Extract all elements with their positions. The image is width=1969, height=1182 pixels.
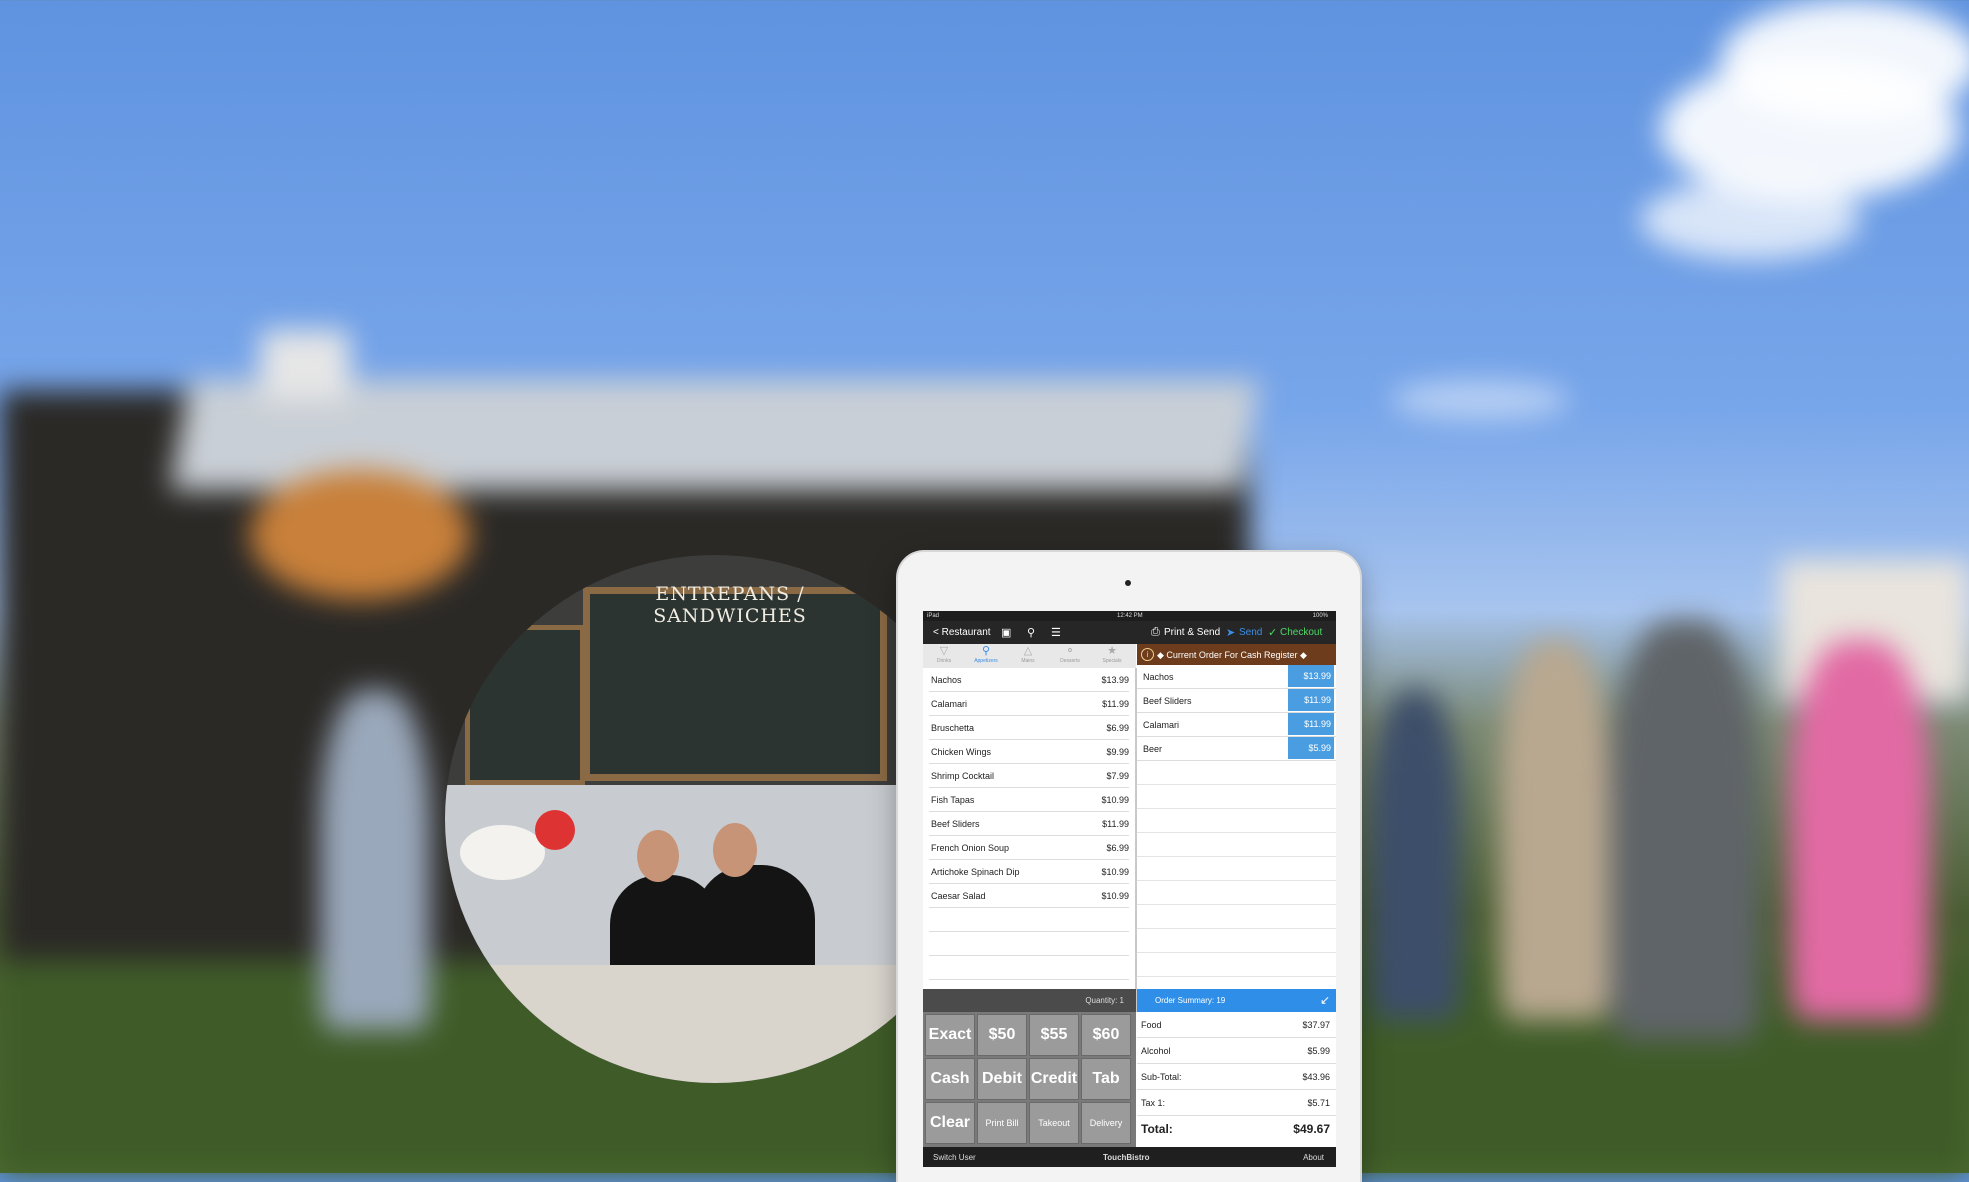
ipad-device: iPad 12:42 PM 100% < Restaurant ▣ ⚲ ☰ ⎙ … xyxy=(898,552,1360,1182)
menu-item[interactable]: Beef Sliders $11.99 xyxy=(929,812,1129,836)
tab-specials[interactable]: ★ Specials xyxy=(1091,644,1133,668)
device-label: iPad xyxy=(927,613,940,619)
exact-button[interactable]: Exact xyxy=(925,1014,975,1056)
order-totals: Food $37.97 Alcohol $5.99 Sub-Total: $43.96… xyxy=(1137,1012,1336,1147)
menu-board-title: ENTREPANS / SANDWICHES xyxy=(653,583,807,627)
clock: 12:42 PM xyxy=(1117,613,1143,619)
menu-item[interactable]: Bruschetta $6.99 xyxy=(929,716,1129,740)
menu-item[interactable]: Chicken Wings $9.99 xyxy=(929,740,1129,764)
fifty-button[interactable]: $50 xyxy=(977,1014,1027,1056)
menu-item[interactable]: Calamari $11.99 xyxy=(929,692,1129,716)
tab-drinks[interactable]: ▽ Drinks xyxy=(923,644,965,668)
menu-item[interactable]: Nachos $13.99 xyxy=(929,668,1129,692)
tab-mains[interactable]: △ Mains xyxy=(1007,644,1049,668)
cash-button[interactable]: Cash xyxy=(925,1058,975,1100)
order-item[interactable]: Beef Sliders $11.99 xyxy=(1137,689,1336,713)
order-item[interactable]: Calamari $11.99 xyxy=(1137,713,1336,737)
empty-row xyxy=(929,932,1129,956)
empty-row xyxy=(1137,881,1336,905)
current-order-title: ◆ Current Order For Cash Register ◆ xyxy=(1157,650,1307,660)
plate-icon: △ xyxy=(1023,645,1033,657)
total-row-subtotal: Sub-Total: $43.96 xyxy=(1137,1064,1336,1090)
glass-icon: ▽ xyxy=(939,645,949,657)
empty-row xyxy=(929,956,1129,980)
printer-icon: ⎙ xyxy=(1151,626,1160,638)
debit-button[interactable]: Debit xyxy=(977,1058,1027,1100)
empty-row xyxy=(1137,857,1336,881)
info-icon[interactable]: i xyxy=(1141,648,1154,661)
empty-row xyxy=(1137,761,1336,785)
collapse-arrow-icon[interactable]: ↙ xyxy=(1320,993,1330,1007)
empty-row xyxy=(1137,833,1336,857)
order-item[interactable]: Nachos $13.99 xyxy=(1137,665,1336,689)
total-row-alcohol: Alcohol $5.99 xyxy=(1137,1038,1336,1064)
send-icon: ➤ xyxy=(1226,627,1236,639)
print-send-button[interactable]: Print & Send xyxy=(1164,627,1220,638)
status-bar: iPad 12:42 PM 100% xyxy=(923,611,1336,621)
dessert-icon: ⚬ xyxy=(1065,645,1075,657)
payment-keypad: Exact $50 $55 $60 Cash Debit Credit Tab … xyxy=(923,1012,1136,1147)
battery-level: 100% xyxy=(1312,613,1328,619)
quantity-label: Quantity: 1 xyxy=(1085,996,1124,1005)
list-icon[interactable]: ☰ xyxy=(1051,626,1061,639)
menu-item[interactable]: Fish Tapas $10.99 xyxy=(929,788,1129,812)
sixty-button[interactable]: $60 xyxy=(1081,1014,1131,1056)
search-icon[interactable]: ⚲ xyxy=(1027,626,1035,639)
tab-appetizers[interactable]: ⚲ Appetizers xyxy=(965,644,1007,668)
quantity-bar: Quantity: 1 xyxy=(923,989,1136,1012)
empty-row xyxy=(1137,809,1336,833)
camera-icon xyxy=(1125,580,1131,586)
tab-button[interactable]: Tab xyxy=(1081,1058,1131,1100)
delivery-button[interactable]: Delivery xyxy=(1081,1102,1131,1144)
about-button[interactable]: About xyxy=(1303,1153,1324,1162)
back-button[interactable]: < Restaurant xyxy=(933,627,991,638)
empty-row xyxy=(929,908,1129,932)
clear-button[interactable]: Clear xyxy=(925,1102,975,1144)
order-summary-bar[interactable]: Order Summary: 19 ↙ xyxy=(1137,989,1336,1012)
specials-icon: ★ xyxy=(1107,645,1117,657)
menu-item[interactable]: Artichoke Spinach Dip $10.99 xyxy=(929,860,1129,884)
tab-desserts[interactable]: ⚬ Desserts xyxy=(1049,644,1091,668)
takeout-button[interactable]: Takeout xyxy=(1029,1102,1079,1144)
fifty-five-button[interactable]: $55 xyxy=(1029,1014,1079,1056)
food-icon: ⚲ xyxy=(981,645,991,657)
total-row-tax: Tax 1: $5.71 xyxy=(1137,1090,1336,1116)
pos-screen: iPad 12:42 PM 100% < Restaurant ▣ ⚲ ☰ ⎙ … xyxy=(923,611,1336,1167)
menu-item[interactable]: Shrimp Cocktail $7.99 xyxy=(929,764,1129,788)
footer-bar: Switch User TouchBistro About xyxy=(923,1147,1336,1167)
app-name: TouchBistro xyxy=(1103,1153,1150,1162)
menu-item-list: Nachos $13.99 Calamari $11.99 Bruschetta $6… xyxy=(923,668,1138,1012)
order-summary-label: Order Summary: 19 xyxy=(1155,996,1226,1005)
checkout-icon: ✓ xyxy=(1268,627,1278,639)
empty-row xyxy=(1137,953,1336,977)
checkout-button[interactable]: Checkout xyxy=(1280,627,1322,638)
menu-item[interactable]: French Onion Soup $6.99 xyxy=(929,836,1129,860)
empty-row xyxy=(1137,785,1336,809)
send-button[interactable]: Send xyxy=(1239,627,1262,638)
order-item[interactable]: Beer $5.99 xyxy=(1137,737,1336,761)
empty-row xyxy=(1137,905,1336,929)
switch-user-button[interactable]: Switch User xyxy=(933,1153,976,1162)
print-bill-button[interactable]: Print Bill xyxy=(977,1102,1027,1144)
empty-row xyxy=(1137,929,1336,953)
menu-item[interactable]: Caesar Salad $10.99 xyxy=(929,884,1129,908)
lock-icon[interactable]: ▣ xyxy=(1001,626,1011,639)
nav-bar: < Restaurant ▣ ⚲ ☰ ⎙ Print & Send ➤ Send… xyxy=(923,621,1336,644)
current-order-header: i ◆ Current Order For Cash Register ◆ xyxy=(1137,644,1336,665)
credit-button[interactable]: Credit xyxy=(1029,1058,1079,1100)
current-order-list: Nachos $13.99 Beef Sliders $11.99 Calamari… xyxy=(1137,665,1336,989)
category-tabs: ▽ Drinks ⚲ Appetizers △ Mains ⚬ Desserts… xyxy=(923,644,1136,669)
total-row-food: Food $37.97 xyxy=(1137,1012,1336,1038)
total-row-grand: Total: $49.67 xyxy=(1141,1122,1330,1136)
